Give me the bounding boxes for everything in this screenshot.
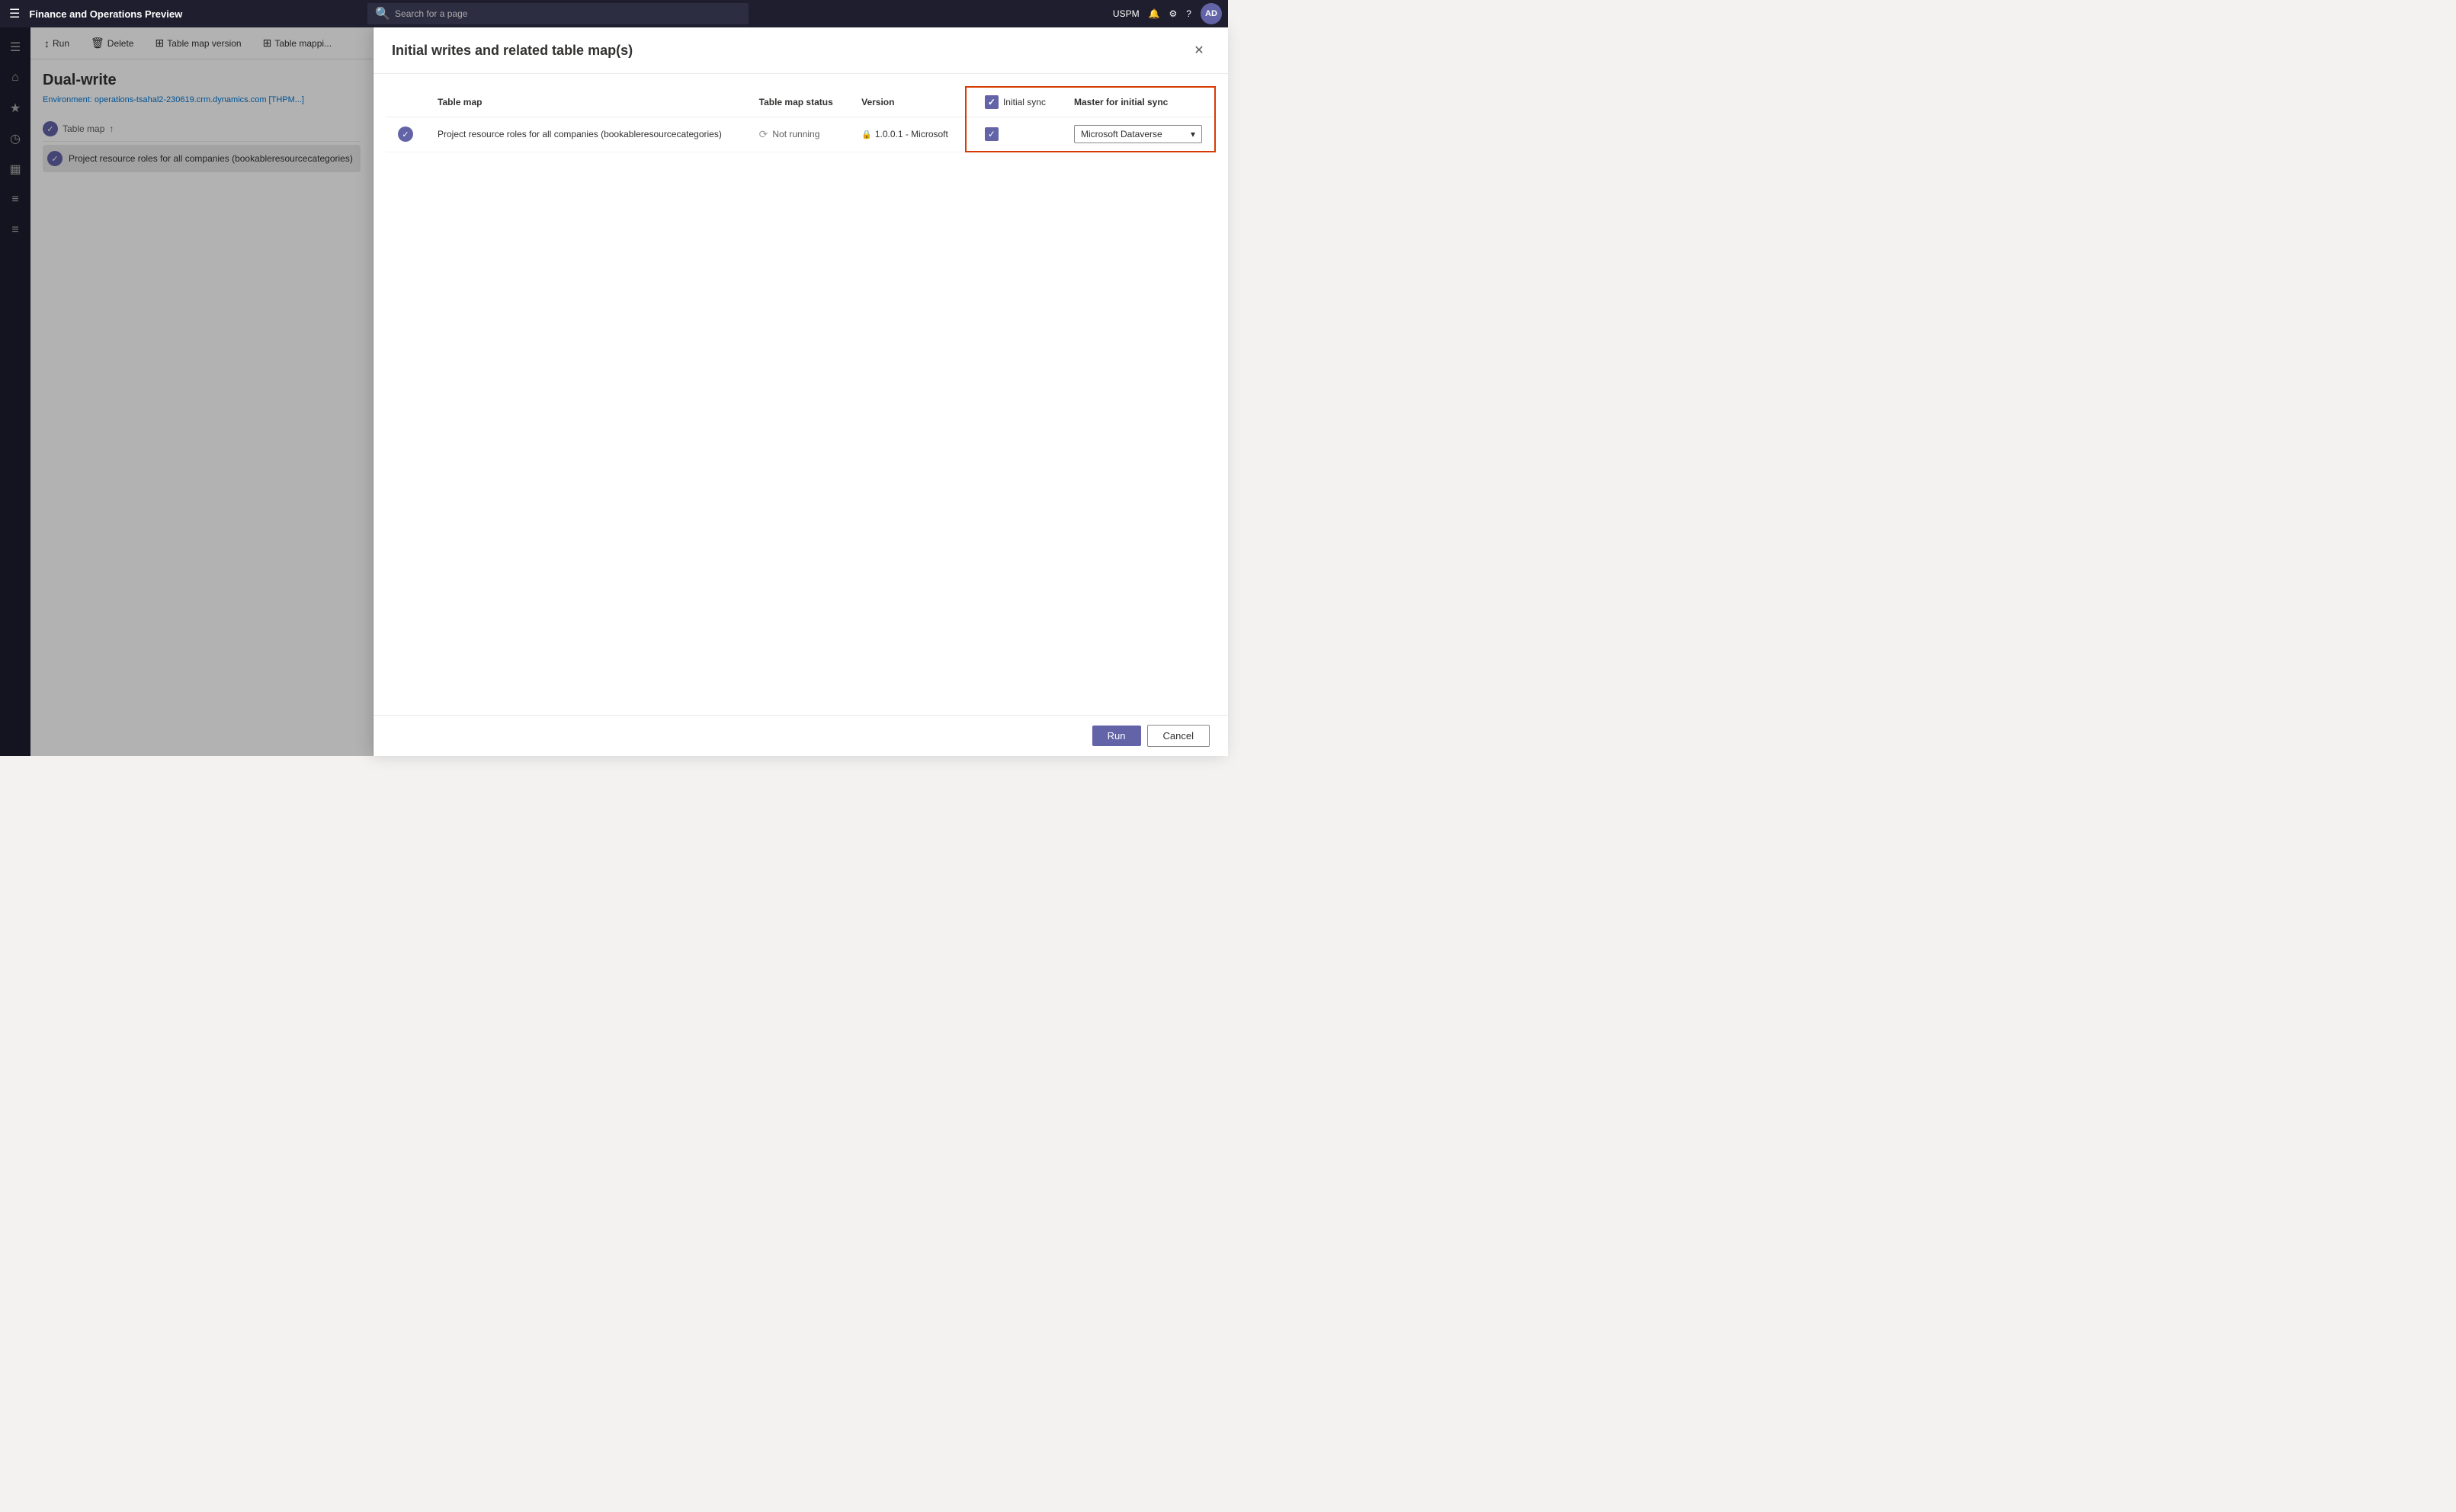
help-icon[interactable]: ? <box>1186 8 1191 19</box>
nav-right: USPM 🔔 ⚙ ? AD <box>1113 3 1222 24</box>
top-nav: ☰ Finance and Operations Preview 🔍 USPM … <box>0 0 1228 27</box>
modal-close-button[interactable]: ✕ <box>1188 40 1210 61</box>
row-initial-sync-checkbox[interactable]: ✓ <box>985 127 999 141</box>
cancel-button[interactable]: Cancel <box>1147 725 1210 747</box>
col-header-master: Master for initial sync <box>1062 87 1215 117</box>
modal-title: Initial writes and related table map(s) <box>392 43 633 59</box>
row-checkbox-cell: ✓ <box>386 117 425 152</box>
search-input[interactable] <box>395 8 741 19</box>
row-initial-sync-cell: ✓ <box>966 117 1062 152</box>
search-bar[interactable]: 🔍 <box>367 3 749 24</box>
initial-sync-header-checkbox[interactable]: ✓ <box>985 95 999 109</box>
table-row: ✓ Project resource roles for all compani… <box>386 117 1215 152</box>
modal-table: Table map Table map status Version ✓ Ini… <box>386 86 1216 152</box>
row-status: ⟳ Not running <box>747 117 849 152</box>
col-header-initial-sync: ✓ Initial sync <box>966 87 1062 117</box>
master-dropdown[interactable]: Microsoft Dataverse ▾ <box>1074 125 1202 143</box>
row-status-text: Not running <box>772 129 819 139</box>
row-version-text: 1.0.0.1 - Microsoft <box>875 129 948 139</box>
main-layout: ☰ ⌂ ★ ◷ ▦ ≡ ≡ ↕ Run 🗑 Delete ⊞ Table map… <box>0 27 1228 756</box>
settings-icon[interactable]: ⚙ <box>1169 8 1178 19</box>
master-dropdown-value: Microsoft Dataverse <box>1081 129 1162 139</box>
modal-footer: Run Cancel <box>374 715 1228 756</box>
col-header-checkbox <box>386 87 425 117</box>
search-icon: 🔍 <box>375 6 390 21</box>
modal-overlay: Initial writes and related table map(s) … <box>0 27 1228 756</box>
chevron-down-icon: ▾ <box>1191 129 1195 139</box>
row-master-cell: Microsoft Dataverse ▾ <box>1062 117 1215 152</box>
table-wrapper: Table map Table map status Version ✓ Ini… <box>374 74 1228 165</box>
table-header: Table map Table map status Version ✓ Ini… <box>386 87 1215 117</box>
user-label[interactable]: USPM <box>1113 8 1140 19</box>
col-header-version: Version <box>849 87 966 117</box>
row-check-icon[interactable]: ✓ <box>398 127 413 142</box>
row-table-map: Project resource roles for all companies… <box>425 117 747 152</box>
modal-header: Initial writes and related table map(s) … <box>374 27 1228 74</box>
status-running-icon: ⟳ <box>759 128 768 141</box>
notification-icon[interactable]: 🔔 <box>1149 8 1160 19</box>
col-header-table-map: Table map <box>425 87 747 117</box>
table-body: ✓ Project resource roles for all compani… <box>386 117 1215 152</box>
modal: Initial writes and related table map(s) … <box>374 27 1228 756</box>
app-title: Finance and Operations Preview <box>29 8 182 20</box>
hamburger-icon[interactable]: ☰ <box>6 3 23 24</box>
col-header-status: Table map status <box>747 87 849 117</box>
lock-icon: 🔒 <box>861 130 872 139</box>
avatar[interactable]: AD <box>1201 3 1222 24</box>
modal-body: Table map Table map status Version ✓ Ini… <box>374 74 1228 715</box>
row-version: 🔒 1.0.0.1 - Microsoft <box>849 117 966 152</box>
run-button[interactable]: Run <box>1092 726 1141 746</box>
